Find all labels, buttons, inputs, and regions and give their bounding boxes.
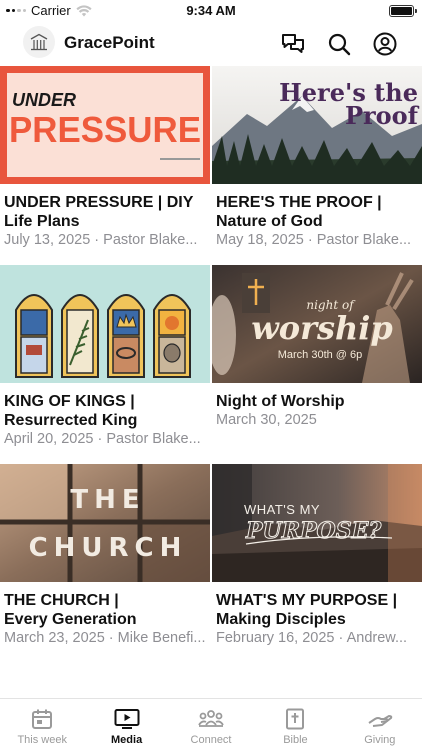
- media-meta: March 30, 2025: [216, 412, 317, 428]
- media-title: Resurrected King: [4, 412, 138, 429]
- media-thumbnail[interactable]: UNDER PRESSURE: [0, 66, 210, 184]
- media-thumbnail[interactable]: Here's the Proof: [212, 66, 422, 184]
- tv-play-icon: [114, 707, 140, 731]
- media-title: WHAT'S MY PURPOSE |: [216, 592, 398, 609]
- tab-label: Connect: [190, 734, 232, 746]
- app-title: GracePoint: [64, 33, 155, 52]
- tab-label: Media: [111, 734, 143, 746]
- media-title: Night of Worship: [216, 393, 345, 410]
- thumb-text: CHURCH: [29, 533, 188, 563]
- media-meta: February 16, 2025 · Andrew...: [216, 630, 408, 646]
- media-thumbnail[interactable]: THE CHURCH: [0, 464, 210, 582]
- calendar-icon: [29, 707, 55, 731]
- battery-icon: [389, 5, 417, 17]
- media-title: Every Generation: [4, 611, 137, 628]
- tab-connect[interactable]: Connect: [169, 699, 253, 750]
- thumb-text: THE: [70, 485, 145, 515]
- tab-giving[interactable]: Giving: [338, 699, 422, 750]
- media-thumbnail[interactable]: night of worship March 30th @ 6p: [212, 265, 422, 383]
- header-actions: [280, 31, 397, 56]
- thumb-text: PRESSURE: [9, 109, 201, 150]
- tab-label: Bible: [283, 734, 308, 746]
- media-card[interactable]: THE CHURCH THE CHURCH | Every Generation…: [0, 464, 210, 647]
- media-card[interactable]: night of worship March 30th @ 6p Night o…: [212, 265, 422, 429]
- media-meta: March 23, 2025 · Mike Benefi...: [4, 630, 206, 646]
- media-meta: July 13, 2025 · Pastor Blake...: [4, 232, 198, 248]
- tab-label: This week: [17, 734, 67, 746]
- thumb-text: March 30th @ 6p: [278, 349, 363, 361]
- church-logo-icon[interactable]: [23, 26, 55, 58]
- media-title: Making Disciples: [216, 611, 346, 628]
- status-time: 9:34 AM: [186, 3, 236, 18]
- media-thumbnail[interactable]: [0, 265, 210, 383]
- media-title: Life Plans: [4, 213, 80, 230]
- chat-icon[interactable]: [280, 31, 305, 56]
- thumb-text: WHAT'S MY: [244, 502, 320, 517]
- media-title: Nature of God: [216, 213, 323, 230]
- tab-media[interactable]: Media: [84, 699, 168, 750]
- bottom-tab-bar: This week Media Connect Bible Giving: [0, 698, 422, 750]
- account-icon[interactable]: [372, 31, 397, 56]
- tab-this-week[interactable]: This week: [0, 699, 84, 750]
- app-header: GracePoint: [0, 22, 422, 66]
- media-title: THE CHURCH |: [4, 592, 119, 609]
- media-thumbnail[interactable]: WHAT'S MY PURPOSE?: [212, 464, 422, 582]
- thumb-text: UNDER: [12, 90, 76, 110]
- media-title: KING OF KINGS |: [4, 393, 135, 410]
- thumb-text: worship: [251, 309, 393, 347]
- search-icon[interactable]: [326, 31, 351, 56]
- thumb-text: PURPOSE?: [245, 518, 382, 544]
- media-meta: April 20, 2025 · Pastor Blake...: [4, 431, 201, 447]
- thumb-text: Proof: [345, 101, 420, 130]
- media-card[interactable]: KING OF KINGS | Resurrected King April 2…: [0, 265, 210, 448]
- status-bar: Carrier 9:34 AM: [0, 0, 422, 22]
- media-meta: May 18, 2025 · Pastor Blake...: [216, 232, 412, 248]
- tab-bible[interactable]: Bible: [253, 699, 337, 750]
- media-card[interactable]: UNDER PRESSURE UNDER PRESSURE | DIY Life…: [0, 66, 210, 249]
- media-title: HERE'S THE PROOF |: [216, 194, 382, 211]
- tab-label: Giving: [364, 734, 396, 746]
- media-card[interactable]: Here's the Proof HERE'S THE PROOF | Natu…: [212, 66, 422, 249]
- giving-hand-icon: [367, 707, 393, 731]
- media-card[interactable]: WHAT'S MY PURPOSE? WHAT'S MY PURPOSE | M…: [212, 464, 422, 647]
- media-title: UNDER PRESSURE | DIY: [4, 194, 194, 211]
- bible-icon: [282, 707, 308, 731]
- people-icon: [198, 707, 224, 731]
